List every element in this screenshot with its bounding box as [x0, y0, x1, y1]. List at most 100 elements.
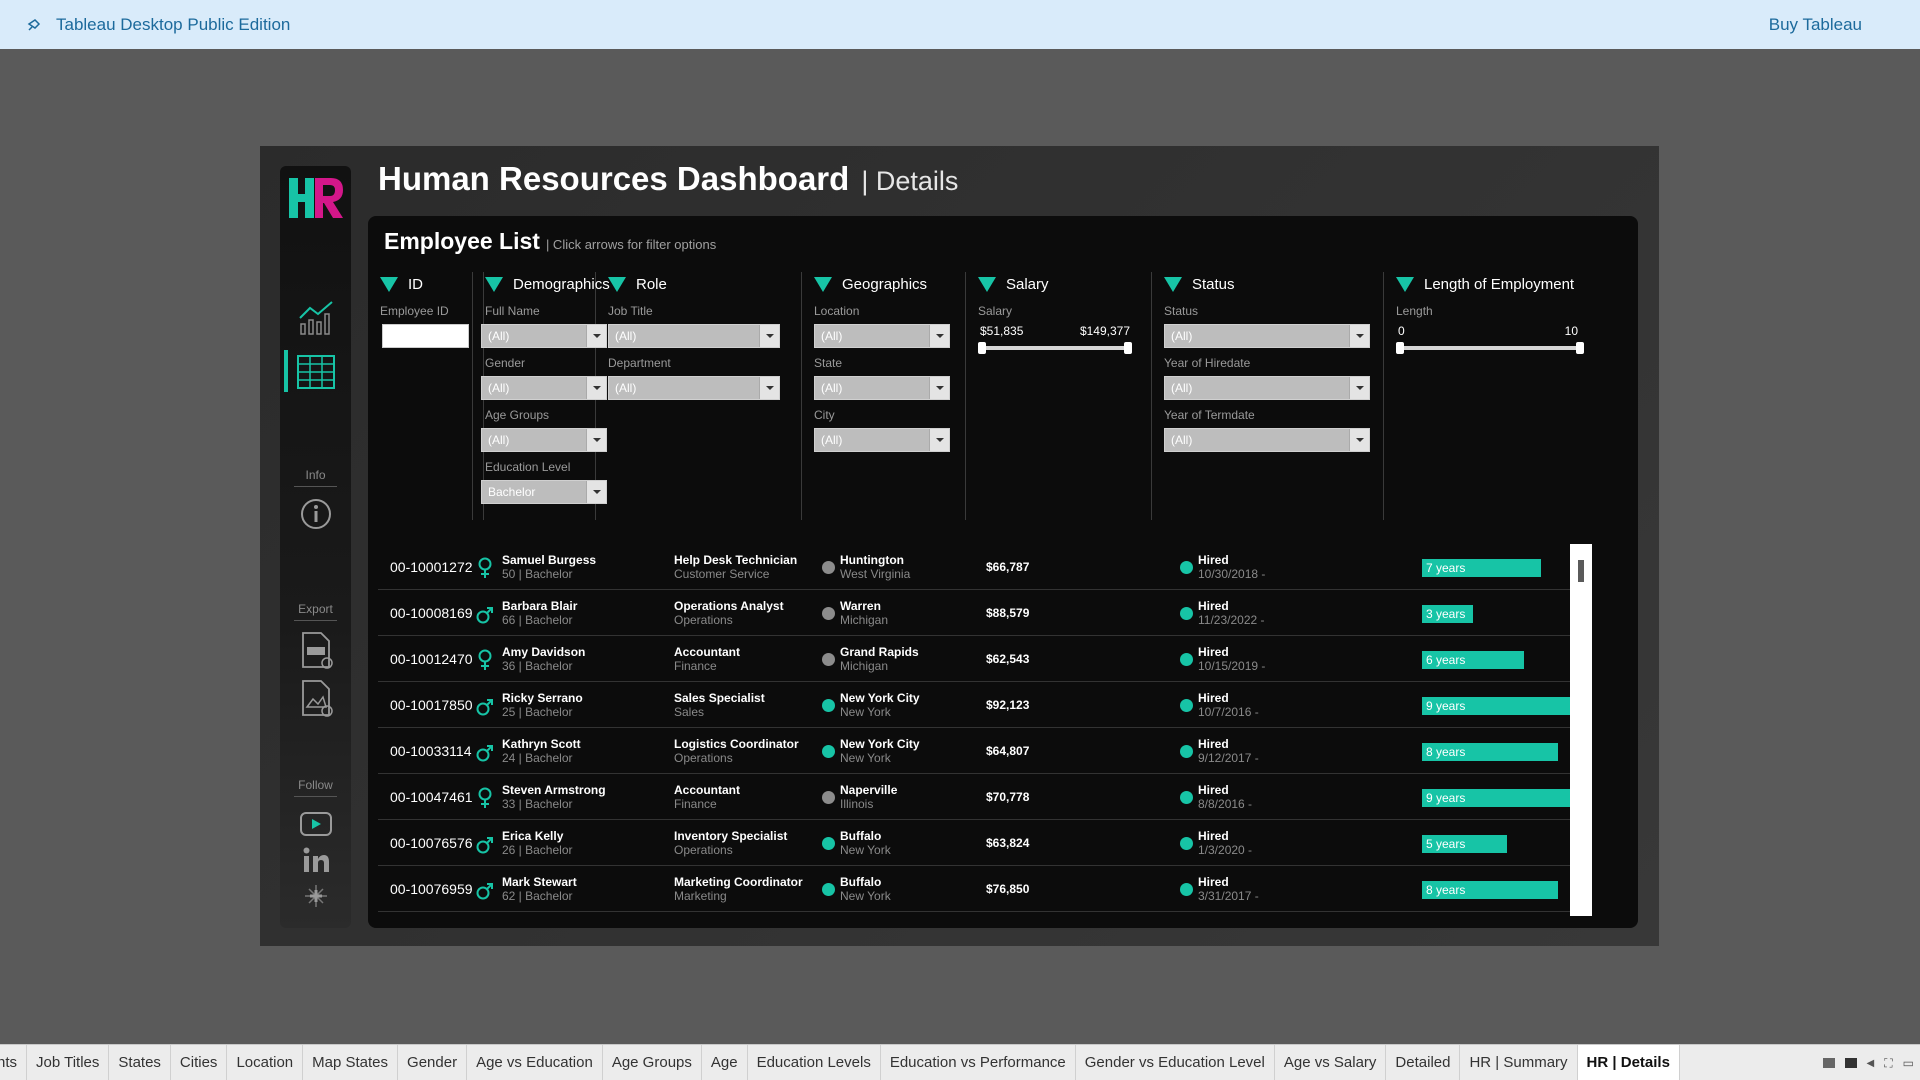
status-dot [1180, 607, 1193, 620]
scrollbar-thumb[interactable] [1578, 560, 1584, 582]
length-bar: 9 years [1422, 789, 1574, 807]
chart-icon[interactable] [294, 294, 338, 338]
state-select[interactable]: (All) [814, 376, 950, 400]
length-slider-max-handle[interactable] [1576, 342, 1584, 354]
hire-year-select[interactable]: (All) [1164, 376, 1370, 400]
age-groups-select[interactable]: (All) [481, 428, 607, 452]
city-select[interactable]: (All) [814, 428, 950, 452]
table-row[interactable]: 00-10047461 Steven Armstrong 33 | Bachelor… [378, 774, 1574, 820]
table-row[interactable]: 00-10076959 Mark Stewart 62 | Bachelor Mark… [378, 866, 1574, 912]
sheet-tab[interactable]: Gender vs Education Level [1076, 1045, 1275, 1080]
department-select[interactable]: (All) [608, 376, 780, 400]
pin-icon[interactable] [26, 17, 42, 33]
salary-label: Salary [978, 304, 1013, 318]
sheet-tab[interactable]: States [109, 1045, 171, 1080]
length-slider[interactable] [1396, 342, 1584, 354]
info-icon[interactable] [294, 492, 338, 536]
sheet-tab[interactable]: Detailed [1386, 1045, 1461, 1080]
hire-date: 3/31/2017 - [1198, 889, 1259, 903]
table-row[interactable]: 00-10001272 Samuel Burgess 50 | Bachelor He… [378, 544, 1574, 590]
triangle-down-icon[interactable] [1396, 276, 1414, 292]
sheet-tab[interactable]: Cities [171, 1045, 228, 1080]
sheet-tab[interactable]: Age vs Education [467, 1045, 603, 1080]
gender-select[interactable]: (All) [481, 376, 607, 400]
job-title-select[interactable]: (All) [608, 324, 780, 348]
length-filter-toggle[interactable]: Length of Employment [1384, 272, 1594, 296]
sheet-tab[interactable]: rtments [0, 1045, 28, 1080]
pdf-export-icon[interactable] [294, 628, 338, 672]
sheet-tab[interactable]: Education Levels [748, 1045, 881, 1080]
sheet-tab[interactable]: HR | Details [1577, 1045, 1680, 1080]
salary-slider-max-handle[interactable] [1124, 342, 1132, 354]
filmstrip-view-icon[interactable] [1844, 1058, 1857, 1068]
sheet-tab[interactable]: Age [702, 1045, 748, 1080]
location-dot [822, 653, 835, 666]
tableau-public-icon[interactable] [294, 874, 338, 918]
salary-filter-toggle[interactable]: Salary [966, 272, 1151, 296]
grid-view-icon[interactable] [1822, 1058, 1835, 1068]
employee-age-education: 33 | Bachelor [502, 797, 573, 811]
fullscreen-icon[interactable]: ⛶ [1884, 1056, 1892, 1071]
dropdown-arrow-icon[interactable] [1349, 377, 1369, 399]
dropdown-arrow-icon[interactable] [929, 325, 949, 347]
status-cell: Hired 3/31/2017 - [1198, 866, 1259, 912]
geographics-filter-toggle[interactable]: Geographics [802, 272, 965, 296]
sheet-tab[interactable]: Education vs Performance [881, 1045, 1076, 1080]
id-filter-toggle[interactable]: ID [368, 272, 483, 296]
geographics-header: Geographics [842, 275, 928, 293]
presentation-icon[interactable]: ▭ [1903, 1056, 1914, 1070]
triangle-down-icon[interactable] [1164, 276, 1182, 292]
sheet-tab[interactable]: Age Groups [603, 1045, 702, 1080]
table-icon[interactable] [294, 350, 338, 394]
demographics-filter-toggle[interactable]: Demographics [473, 272, 610, 296]
location-value: (All) [821, 329, 843, 343]
employee-name: Amy Davidson [502, 645, 586, 659]
buy-tableau-link[interactable]: Buy Tableau [1769, 15, 1862, 35]
triangle-down-icon[interactable] [978, 276, 996, 292]
triangle-down-icon[interactable] [814, 276, 832, 292]
dropdown-arrow-icon[interactable] [929, 377, 949, 399]
dropdown-arrow-icon[interactable] [929, 429, 949, 451]
status-filter-toggle[interactable]: Status [1152, 272, 1383, 296]
term-year-select[interactable]: (All) [1164, 428, 1370, 452]
scroll-left-icon[interactable]: ◀ [1867, 1058, 1875, 1069]
status-cell: Hired 9/12/2017 - [1198, 728, 1259, 774]
status-label: Status [1164, 304, 1199, 318]
dropdown-arrow-icon[interactable] [759, 377, 779, 399]
table-row[interactable]: 00-10008169 Barbara Blair 66 | Bachelor Ope… [378, 590, 1574, 636]
sheet-tab[interactable]: Age vs Salary [1275, 1045, 1387, 1080]
location-select[interactable]: (All) [814, 324, 950, 348]
dropdown-arrow-icon[interactable] [1349, 429, 1369, 451]
full-name-select[interactable]: (All) [481, 324, 607, 348]
table-scrollbar[interactable] [1570, 544, 1592, 916]
triangle-down-icon[interactable] [485, 276, 503, 292]
dropdown-arrow-icon[interactable] [1349, 325, 1369, 347]
state: West Virginia [840, 567, 911, 581]
department: Marketing [674, 889, 727, 903]
table-row[interactable]: 00-10033114 Kathryn Scott 24 | Bachelor Log… [378, 728, 1574, 774]
triangle-down-icon[interactable] [608, 276, 626, 292]
table-row[interactable]: 00-10076576 Erica Kelly 26 | Bachelor Inven… [378, 820, 1574, 866]
employee-id-input[interactable] [382, 324, 469, 348]
length-max: 10 [1564, 324, 1578, 338]
dropdown-arrow-icon[interactable] [759, 325, 779, 347]
sheet-tab[interactable]: Location [227, 1045, 304, 1080]
role-filter-toggle[interactable]: Role [596, 272, 801, 296]
follow-label: Follow [298, 778, 333, 792]
sheet-tab[interactable]: Map States [303, 1045, 399, 1080]
sheet-tab[interactable]: Gender [398, 1045, 468, 1080]
salary-slider[interactable] [978, 342, 1132, 354]
status-select[interactable]: (All) [1164, 324, 1370, 348]
triangle-down-icon[interactable] [380, 276, 398, 292]
education-level-select[interactable]: Bachelor [481, 480, 607, 504]
sheet-tab[interactable]: Job Titles [27, 1045, 110, 1080]
status-dot [1180, 791, 1193, 804]
table-row[interactable]: 00-10012470 Amy Davidson 36 | Bachelor Acco… [378, 636, 1574, 682]
salary-slider-min-handle[interactable] [978, 342, 986, 354]
length-slider-min-handle[interactable] [1396, 342, 1404, 354]
sheet-tab[interactable]: HR | Summary [1460, 1045, 1578, 1080]
salary-cell: $76,850 [986, 866, 1029, 912]
female-icon [476, 649, 494, 671]
image-export-icon[interactable] [294, 676, 338, 720]
table-row[interactable]: 00-10017850 Ricky Serrano 25 | Bachelor Sal… [378, 682, 1574, 728]
